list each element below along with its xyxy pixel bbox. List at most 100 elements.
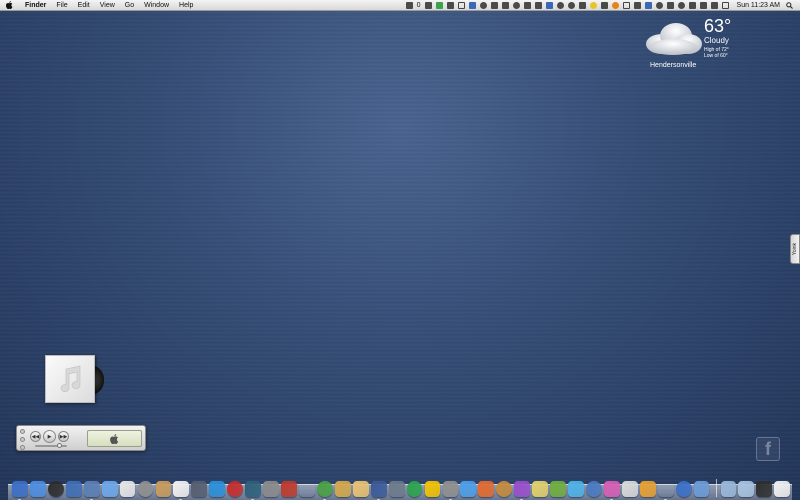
menu-edit[interactable]: Edit	[73, 0, 95, 11]
dock-app-icon[interactable]	[550, 481, 566, 497]
menu-help[interactable]: Help	[174, 0, 198, 11]
grid-icon[interactable]	[523, 1, 531, 9]
dock-app-icon[interactable]	[388, 481, 405, 497]
dock-app-icon[interactable]	[693, 481, 710, 497]
dock-app-icon[interactable]	[137, 481, 154, 497]
menu-clock[interactable]: Sun 11:23 AM	[737, 2, 780, 9]
battery-level-icon[interactable]	[721, 1, 729, 9]
wifi-orange-icon[interactable]	[611, 1, 619, 9]
trash-icon[interactable]	[774, 481, 791, 497]
close-button[interactable]	[20, 429, 25, 434]
menu-finder[interactable]: Finder	[20, 0, 51, 11]
dock-app-icon[interactable]	[47, 481, 64, 497]
volume-slider[interactable]	[35, 445, 67, 447]
dock-app-icon[interactable]	[406, 481, 423, 497]
dock-app-icon[interactable]	[478, 481, 495, 497]
menu-view[interactable]: View	[95, 0, 120, 11]
dock-app-icon[interactable]	[299, 481, 315, 497]
menu-window[interactable]: Window	[139, 0, 174, 11]
minimize-button[interactable]	[20, 437, 25, 442]
dock-app-icon[interactable]	[173, 481, 190, 500]
dock-app-icon[interactable]	[263, 481, 279, 497]
spotlight-icon[interactable]	[786, 1, 794, 9]
menu-go[interactable]: Go	[120, 0, 139, 11]
dock-app-icon[interactable]	[334, 481, 351, 497]
sync-icon[interactable]	[655, 1, 663, 9]
cloud-icon[interactable]	[490, 1, 498, 9]
battery-icon[interactable]	[435, 1, 443, 9]
status-menu-area: 0 Sun 11:23 AM	[404, 0, 800, 11]
play-icon[interactable]: ▶	[43, 430, 56, 443]
shield-icon[interactable]	[468, 1, 476, 9]
dock-app-icon[interactable]	[514, 481, 531, 500]
drive-icon[interactable]	[600, 1, 608, 9]
facebook2-icon[interactable]	[644, 1, 652, 9]
dock-app-icon[interactable]	[370, 481, 387, 500]
dock-app-icon[interactable]	[639, 481, 656, 497]
dock-app-icon[interactable]	[29, 481, 46, 497]
music-note-icon[interactable]	[446, 1, 454, 9]
dock-app-icon[interactable]	[316, 481, 333, 500]
monitor-icon[interactable]	[457, 1, 465, 9]
box2-icon[interactable]	[633, 1, 641, 9]
dock-app-icon[interactable]	[281, 481, 297, 497]
dock-app-icon[interactable]	[352, 481, 369, 497]
wifi-icon[interactable]	[699, 1, 707, 9]
dock-app-icon[interactable]	[442, 481, 459, 500]
dock-app-icon[interactable]	[460, 481, 477, 497]
window-icon[interactable]	[622, 1, 630, 9]
dock-app-icon[interactable]	[101, 481, 118, 497]
volume-knob[interactable]	[57, 443, 62, 448]
dock-app-icon[interactable]	[245, 481, 262, 500]
dock-folder-icon[interactable]	[720, 481, 737, 497]
weather-widget[interactable]: 63° Cloudy High of 72° Low of 60° Hender…	[638, 14, 798, 74]
dock-app-icon[interactable]	[119, 481, 136, 497]
facebook-icon[interactable]	[545, 1, 553, 9]
skype-icon[interactable]	[567, 1, 575, 9]
volume-icon[interactable]	[710, 1, 718, 9]
tools-icon[interactable]	[501, 1, 509, 9]
dock-app-icon[interactable]	[568, 481, 584, 497]
clock-icon[interactable]	[512, 1, 520, 9]
dock-app-icon[interactable]	[621, 481, 638, 497]
dock-app-icon[interactable]	[424, 481, 441, 497]
fast-forward-icon[interactable]: ▶▶	[58, 431, 69, 442]
dock-app-icon[interactable]	[658, 481, 674, 500]
yoink-side-tab[interactable]: Yoink	[790, 234, 800, 264]
dock-app-icon[interactable]	[227, 481, 244, 497]
box-icon[interactable]	[534, 1, 542, 9]
dock-app-icon[interactable]	[532, 481, 549, 497]
circle-icon[interactable]	[556, 1, 564, 9]
time-machine-icon[interactable]	[677, 1, 685, 9]
weather-low: Low of 60°	[704, 53, 728, 59]
settings-icon[interactable]	[479, 1, 487, 9]
weather-condition: Cloudy	[704, 36, 729, 45]
dock-app-icon[interactable]	[12, 481, 28, 500]
album-art[interactable]	[45, 355, 95, 403]
dock-app-icon[interactable]	[586, 481, 602, 497]
weather-city: Hendersonville	[650, 62, 697, 69]
dock-folder-icon[interactable]	[756, 481, 773, 497]
disk-icon[interactable]	[424, 1, 432, 9]
dock-app-icon[interactable]	[65, 481, 82, 497]
window-buttons	[20, 429, 25, 450]
facebook-watermark-label: f	[765, 439, 771, 459]
dock-app-icon[interactable]	[191, 481, 208, 497]
dock-app-icon[interactable]	[675, 481, 692, 497]
dock-app-icon[interactable]	[209, 481, 226, 497]
stats-icon[interactable]	[578, 1, 586, 9]
apple-icon[interactable]	[6, 1, 14, 9]
dock-app-icon[interactable]	[155, 481, 172, 497]
dock-app-icon[interactable]	[496, 481, 513, 497]
dock-app-icon[interactable]	[83, 481, 100, 500]
rewind-icon[interactable]: ◀◀	[30, 431, 41, 442]
bluetooth-icon[interactable]	[688, 1, 696, 9]
yellow-dot-icon[interactable]	[589, 1, 597, 9]
disk-icon[interactable]	[405, 1, 413, 9]
menu-file[interactable]: File	[51, 0, 72, 11]
player-display[interactable]	[87, 430, 142, 447]
dock-folder-icon[interactable]	[738, 481, 755, 497]
square-icon[interactable]	[666, 1, 674, 9]
zoom-button[interactable]	[20, 445, 25, 450]
dock-app-icon[interactable]	[603, 481, 620, 500]
